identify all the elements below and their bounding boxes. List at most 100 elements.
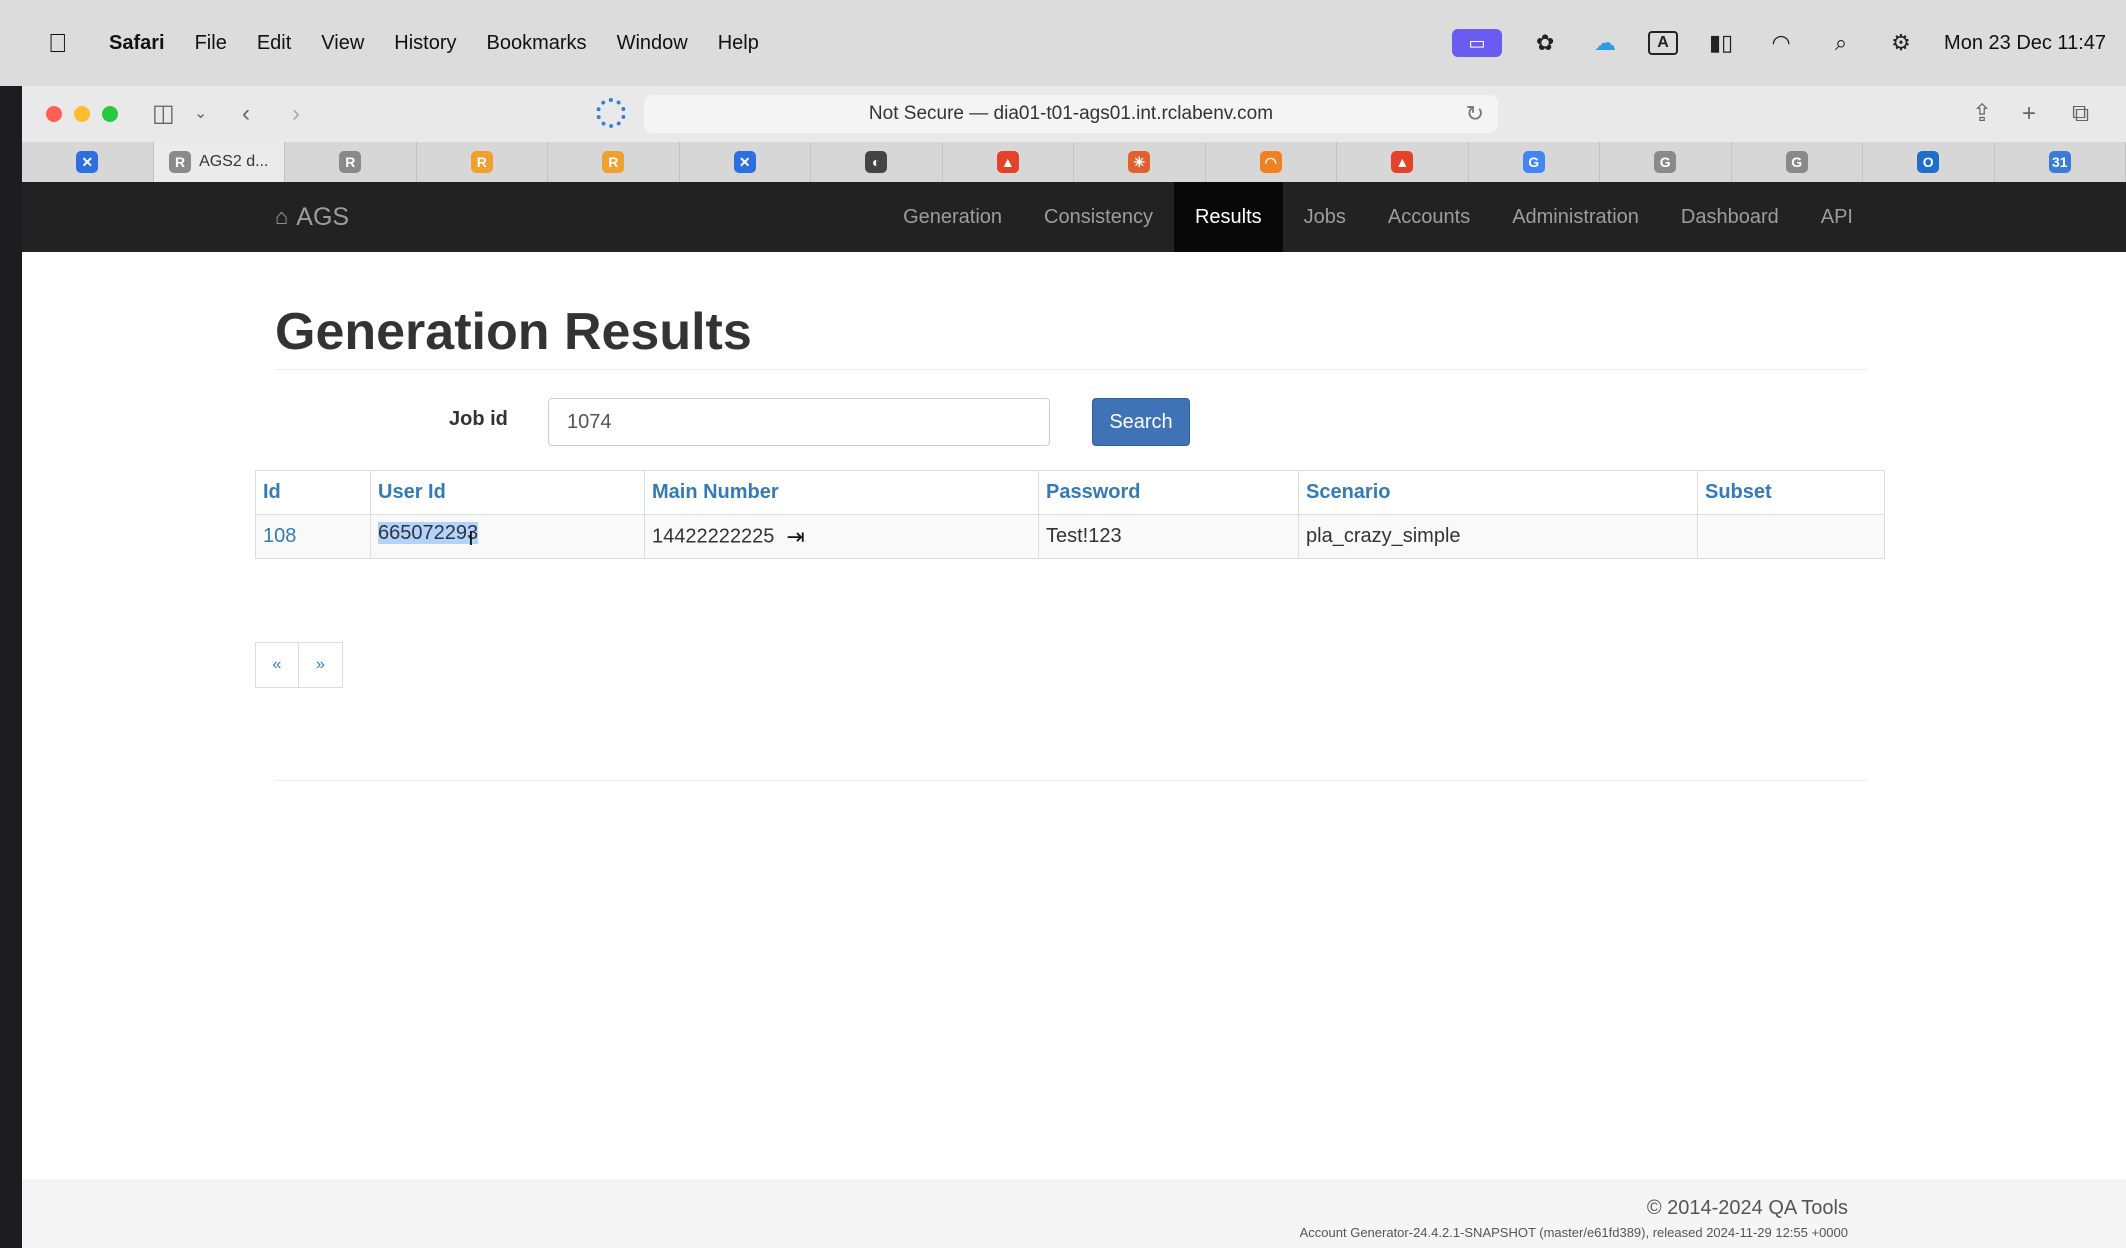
g-favicon: G: [1785, 151, 1808, 173]
nav-jobs[interactable]: Jobs: [1283, 182, 1367, 252]
user-id-value[interactable]: 665072293: [378, 522, 479, 544]
wifi-icon[interactable]: ◠: [1764, 30, 1798, 56]
spotlight-search-icon[interactable]: ⌕: [1824, 30, 1858, 56]
browser-tab[interactable]: ◠: [1206, 142, 1337, 182]
web-page: ⌂ AGS Generation Consistency Results Job…: [22, 182, 2126, 1248]
footer-version: Account Generator-24.4.2.1-SNAPSHOT (mas…: [1299, 1225, 1848, 1240]
menubar-clock[interactable]: Mon 23 Dec 11:47: [1944, 32, 2106, 55]
screen-share-icon[interactable]: ▭: [1452, 29, 1503, 57]
job-id-input[interactable]: [548, 398, 1050, 446]
cell-id: 108: [255, 514, 371, 559]
footer-copyright: © 2014-2024 QA Tools: [1646, 1197, 1848, 1219]
column-header-user-id[interactable]: User Id: [370, 470, 645, 515]
sidebar-toggle-icon[interactable]: ◫: [152, 100, 175, 128]
minimize-window-button[interactable]: [74, 106, 90, 122]
browser-tab[interactable]: O: [1863, 142, 1995, 182]
column-header-scenario[interactable]: Scenario: [1298, 470, 1698, 515]
keyboard-input-icon[interactable]: A: [1648, 31, 1679, 55]
cell-scenario: pla_crazy_simple: [1298, 514, 1698, 559]
pagination-next-button[interactable]: »: [299, 642, 343, 688]
browser-tab[interactable]: ✕: [22, 142, 154, 182]
column-header-password[interactable]: Password: [1038, 470, 1299, 515]
search-button[interactable]: Search: [1092, 398, 1190, 446]
calendar-icon: 31: [2048, 151, 2071, 173]
share-icon[interactable]: ⇪: [1972, 100, 1992, 128]
cell-password: Test!123: [1038, 514, 1299, 559]
chevron-down-icon[interactable]: ⌄: [194, 100, 207, 128]
browser-tab[interactable]: ✳: [1074, 142, 1206, 182]
browser-tab[interactable]: R AGS2 d...: [153, 142, 285, 182]
apple-icon[interactable]: : [48, 30, 72, 56]
loader-icon: ◠: [1259, 151, 1282, 173]
nav-accounts[interactable]: Accounts: [1367, 182, 1491, 252]
menu-file[interactable]: File: [195, 32, 227, 55]
browser-tab[interactable]: 31: [1995, 142, 2126, 182]
column-header-id[interactable]: Id: [255, 470, 371, 515]
browser-tab[interactable]: G: [1732, 142, 1863, 182]
address-bar[interactable]: Not Secure — dia01-t01-ags01.int.rclaben…: [644, 95, 1498, 133]
browser-tab-label: AGS2 d...: [199, 153, 269, 170]
menu-history[interactable]: History: [394, 32, 456, 55]
privacy-report-icon[interactable]: [596, 98, 626, 128]
close-window-button[interactable]: [46, 106, 62, 122]
ags-favicon: R: [169, 151, 192, 173]
table-row: 108 665072293I 14422222225 ⇥ Test!123 pla…: [255, 514, 1885, 559]
battery-icon[interactable]: ▮▯: [1704, 30, 1738, 56]
macos-menu-bar:  Safari File Edit View History Bookmark…: [0, 0, 2126, 86]
gitlab-icon: ▲: [1391, 151, 1414, 173]
tab-bar: ✕ R AGS2 d... R R R ✕ ◐ ▲ ✳ ◠ ▲ G G G O 31: [22, 142, 2126, 182]
focus-icon[interactable]: ✿: [1528, 30, 1562, 56]
column-header-subset[interactable]: Subset: [1697, 470, 1885, 515]
brand-label: AGS: [296, 202, 350, 231]
nav-generation[interactable]: Generation: [882, 182, 1023, 252]
nav-administration[interactable]: Administration: [1491, 182, 1660, 252]
results-table: Id User Id Main Number Password Scenario…: [255, 470, 1885, 559]
control-center-icon[interactable]: ⚙: [1884, 30, 1918, 56]
browser-tab[interactable]: ◐: [811, 142, 943, 182]
forward-arrow-icon[interactable]: ›: [292, 100, 300, 128]
browser-tab[interactable]: R: [548, 142, 680, 182]
main-nav: Generation Consistency Results Jobs Acco…: [882, 182, 1874, 252]
main-number-value[interactable]: 14422222225: [652, 525, 774, 547]
nav-consistency[interactable]: Consistency: [1023, 182, 1174, 252]
g-favicon: G: [1654, 151, 1677, 173]
result-id-link[interactable]: 108: [263, 525, 296, 547]
menu-app-name[interactable]: Safari: [109, 32, 165, 55]
content-divider: [275, 780, 1867, 781]
reload-icon[interactable]: ↻: [1466, 101, 1484, 127]
new-tab-icon[interactable]: +: [2022, 100, 2036, 128]
menu-window[interactable]: Window: [617, 32, 688, 55]
menu-edit[interactable]: Edit: [257, 32, 291, 55]
asterisk-icon: ✳: [1128, 151, 1151, 173]
column-header-main-number[interactable]: Main Number: [644, 470, 1039, 515]
page-title: Generation Results: [275, 303, 752, 361]
nav-api[interactable]: API: [1800, 182, 1874, 252]
nav-results[interactable]: Results: [1173, 182, 1283, 252]
back-arrow-icon[interactable]: ‹: [242, 100, 250, 128]
menubar-status-area: ▭ ✿ ☁ A ▮▯ ◠ ⌕ ⚙ Mon 23 Dec 11:47: [1452, 0, 2106, 86]
cell-subset: [1697, 514, 1885, 559]
zoom-window-button[interactable]: [102, 106, 118, 122]
cell-user-id[interactable]: 665072293I: [370, 514, 645, 559]
browser-tab[interactable]: G: [1600, 142, 1732, 182]
cloud-icon[interactable]: ☁: [1588, 30, 1622, 56]
brand-link[interactable]: ⌂ AGS: [275, 182, 349, 252]
browser-tab[interactable]: ✕: [680, 142, 811, 182]
outlook-icon: O: [1917, 151, 1940, 173]
pagination-prev-button[interactable]: «: [255, 642, 299, 688]
browser-tab[interactable]: ▲: [943, 142, 1074, 182]
rc-favicon: R: [602, 151, 625, 173]
menu-help[interactable]: Help: [718, 32, 759, 55]
tab-overview-icon[interactable]: ⧉: [2072, 100, 2089, 128]
browser-tab[interactable]: R: [285, 142, 417, 182]
browser-tab[interactable]: G: [1469, 142, 1600, 182]
tool-icon: ◐: [865, 151, 888, 173]
menu-view[interactable]: View: [321, 32, 364, 55]
login-icon[interactable]: ⇥: [786, 524, 804, 550]
cell-main-number: 14422222225 ⇥: [644, 514, 1039, 559]
menu-bookmarks[interactable]: Bookmarks: [487, 32, 587, 55]
nav-dashboard[interactable]: Dashboard: [1660, 182, 1800, 252]
browser-tab[interactable]: R: [417, 142, 548, 182]
browser-tab[interactable]: ▲: [1337, 142, 1469, 182]
text-cursor-icon: I: [468, 528, 474, 550]
